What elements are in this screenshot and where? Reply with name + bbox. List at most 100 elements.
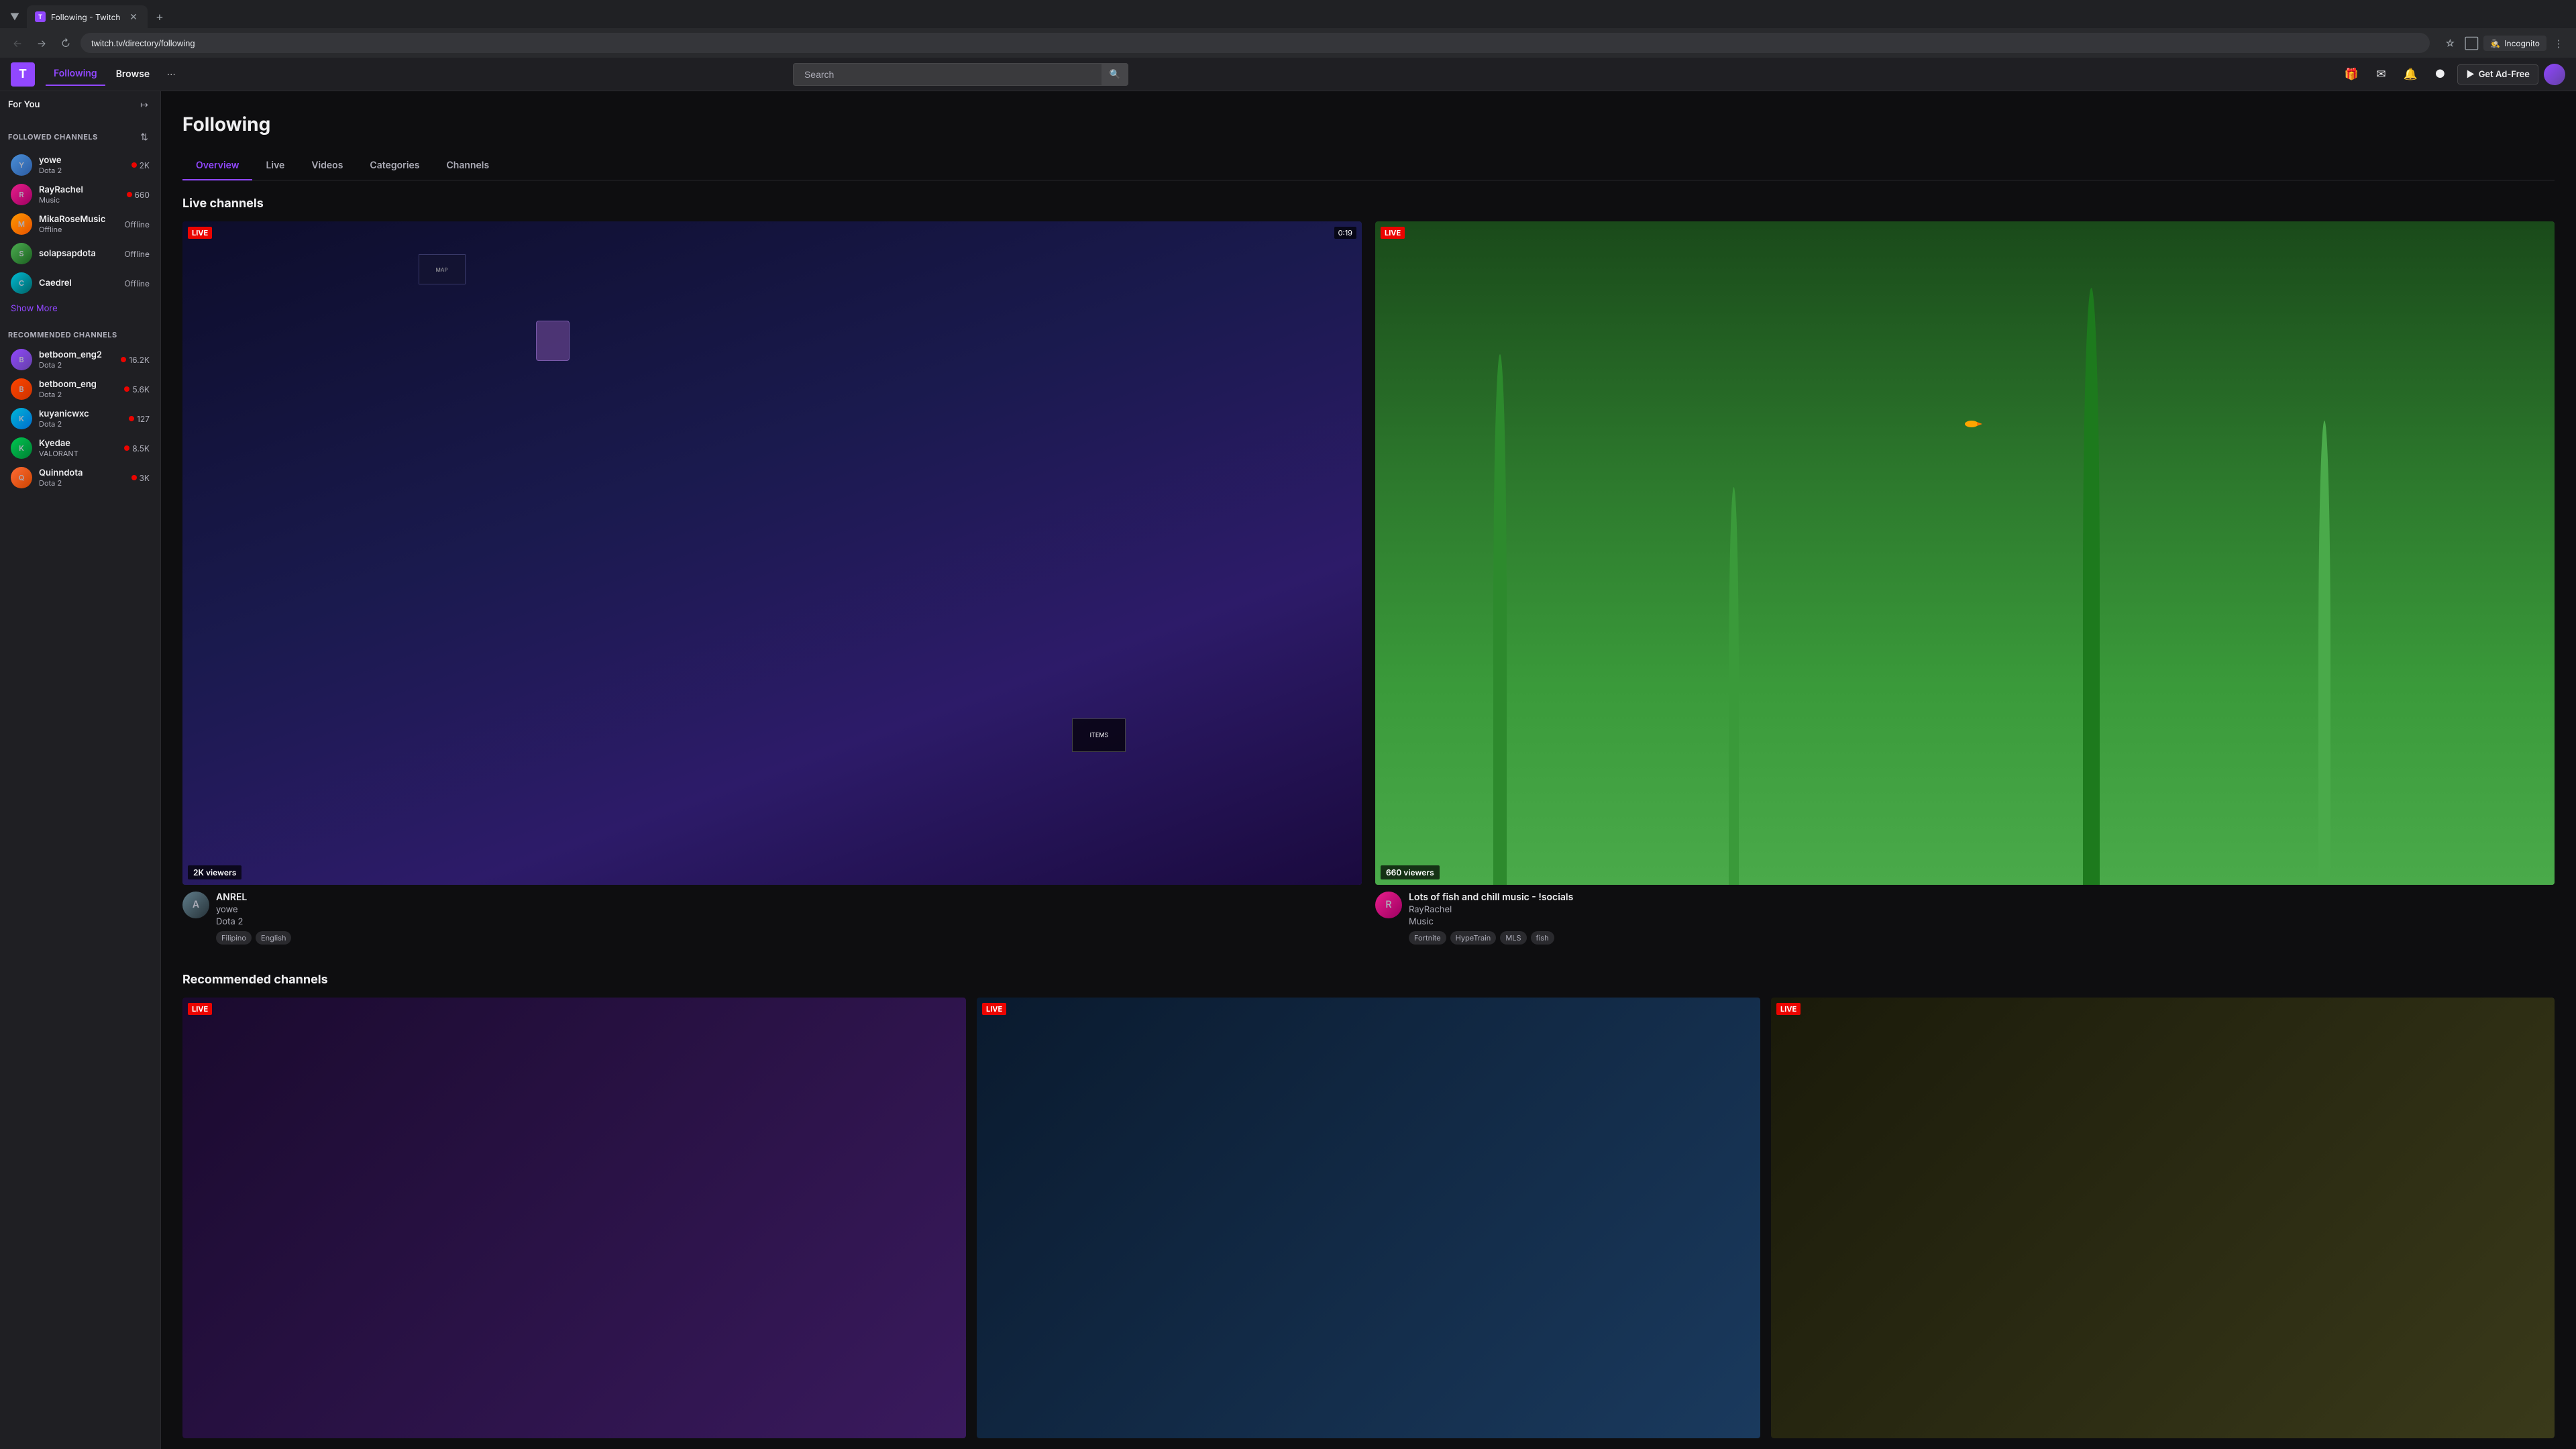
live-dot-betboom-eng2 [121, 357, 126, 362]
rec-live-badge-1: LIVE [188, 1003, 212, 1015]
offline-status-caedrel: Offline [125, 278, 150, 288]
rec-card-1[interactable]: LIVE [182, 998, 966, 1438]
sidebar-channel-kuyanicwxc[interactable]: K kuyanicwxc Dota 2 127 [3, 404, 158, 433]
get-ad-free-button[interactable]: ▶ Get Ad-Free [2457, 64, 2538, 85]
new-tab-button[interactable]: + [150, 7, 169, 26]
sidebar-channel-yowe[interactable]: Y yowe Dota 2 2K [3, 150, 158, 180]
stream-card-rayrachel[interactable]: LIVE 660 viewers R Lots of fish and chil… [1375, 221, 2555, 951]
sidebar-channel-solapsapdota[interactable]: S solapsapdota Offline [3, 239, 158, 268]
collapse-sidebar-button[interactable]: ↦ [136, 97, 152, 113]
search-button[interactable]: 🔍 [1102, 63, 1128, 86]
browser-actions: ☆ ⬜ 🕵 Incognito ⋮ [2440, 34, 2568, 52]
live-dot-quinndota [131, 475, 137, 480]
channel-avatar-kuyanicwxc: K [11, 408, 32, 429]
active-tab[interactable]: T Following - Twitch ✕ [27, 5, 148, 28]
viewer-count-rayrachel: 660 [135, 190, 150, 200]
menu-button[interactable]: ⋮ [2549, 34, 2568, 52]
live-badge-rayrachel: LIVE [1381, 227, 1405, 239]
sidebar-channel-betboom-eng[interactable]: B betboom_eng Dota 2 5.6K [3, 374, 158, 404]
sort-channels-button[interactable]: ⇅ [136, 129, 152, 145]
fish-element [1965, 421, 1978, 427]
viewer-badge-yowe: 2K viewers [188, 865, 241, 879]
sidebar-channel-mikarosemusic[interactable]: M MikaRoseMusic Offline Offline [3, 209, 158, 239]
screen-cast-icon[interactable]: ⬜ [2462, 34, 2481, 52]
tag-fortnite[interactable]: Fortnite [1409, 931, 1446, 945]
stream-game-rayrachel: Music [1409, 916, 2555, 927]
stream-channel-yowe: yowe [216, 904, 1362, 915]
tab-live[interactable]: Live [252, 152, 298, 180]
channel-status-solaps: Offline [125, 249, 150, 259]
viewer-count-kyedae: 8.5K [132, 443, 150, 453]
rec-thumb-1: LIVE [182, 998, 966, 1438]
stream-avatar-anrel: A [182, 892, 209, 918]
user-avatar[interactable] [2544, 64, 2565, 85]
incognito-icon: 🕵 [2490, 38, 2500, 48]
dota-visual: MAP ITEMS [182, 221, 1362, 885]
sidebar-channel-rayrachel[interactable]: R RayRachel Music 660 [3, 180, 158, 209]
channel-name-rayrachel: RayRachel [39, 184, 120, 195]
tab-close-button[interactable]: ✕ [127, 11, 140, 23]
tag-filipino[interactable]: Filipino [216, 931, 252, 945]
channel-name-quinndota: Quinndota [39, 468, 125, 478]
sidebar-channel-quinndota[interactable]: Q Quinndota Dota 2 3K [3, 463, 158, 492]
sidebar-channel-betboom-eng2[interactable]: B betboom_eng2 Dota 2 16.2K [3, 345, 158, 374]
search-input[interactable] [793, 63, 1128, 86]
tag-mls[interactable]: MLS [1500, 931, 1526, 945]
reload-button[interactable]: ↻ [56, 34, 75, 52]
forward-button[interactable]: → [32, 34, 51, 52]
tag-english[interactable]: English [256, 931, 292, 945]
tag-hypetrain[interactable]: HypeTrain [1450, 931, 1497, 945]
stream-card-yowe[interactable]: MAP ITEMS LIVE 2K viewers 0:19 A ANREL y… [182, 221, 1362, 951]
top-nav: T Following Browse ⋯ 🔍 🎁 ✉ 🔔 ● ▶ Get Ad-… [0, 58, 2576, 91]
bookmark-star-icon[interactable]: ☆ [2440, 34, 2459, 52]
channel-info-mika: MikaRoseMusic Offline [39, 214, 118, 234]
channel-name-betboom-eng: betboom_eng [39, 379, 117, 390]
followed-channels-header: FOLLOWED CHANNELS ⇅ [0, 118, 160, 150]
recommended-section: Recommended channels LIVE LIVE [182, 973, 2555, 1438]
tag-fish[interactable]: fish [1531, 931, 1554, 945]
tab-title: Following - Twitch [51, 12, 122, 22]
channel-status-kyedae: 8.5K [124, 443, 150, 453]
tab-favicon: T [35, 11, 46, 22]
content-tabs: Overview Live Videos Categories Channels [182, 152, 2555, 180]
twitch-logo[interactable]: T [11, 62, 35, 87]
channel-game-betboom-eng2: Dota 2 [39, 360, 114, 370]
show-more-button[interactable]: Show More [3, 298, 158, 319]
rec-card-3[interactable]: LIVE [1771, 998, 2555, 1438]
channel-status-rayrachel: 660 [127, 190, 150, 200]
stream-title-rayrachel: Lots of fish and chill music - !socials [1409, 892, 2555, 903]
address-input[interactable] [80, 33, 2430, 53]
rec-card-2[interactable]: LIVE [977, 998, 1760, 1438]
plant-3 [2083, 288, 2100, 885]
nav-following-link[interactable]: Following [46, 62, 105, 86]
incognito-label: Incognito [2504, 38, 2540, 48]
nav-browse-link[interactable]: Browse [108, 63, 158, 85]
gifts-icon[interactable]: 🎁 [2339, 62, 2363, 87]
main-content: Following Overview Live Videos Categorie… [161, 91, 2576, 1449]
tab-categories[interactable]: Categories [356, 152, 433, 180]
channel-status-betboom-eng: 5.6K [124, 384, 150, 394]
followed-channels-actions: ⇅ [136, 129, 152, 145]
channel-avatar-betboom-eng2: B [11, 349, 32, 370]
prime-icon[interactable]: ● [2428, 62, 2452, 87]
stream-info-yowe: A ANREL yowe Dota 2 Filipino English [182, 885, 1362, 951]
sidebar-channel-kyedae[interactable]: K Kyedae VALORANT 8.5K [3, 433, 158, 463]
incognito-button[interactable]: 🕵 Incognito [2483, 36, 2546, 51]
tab-scroll-left[interactable]: ▼ [5, 7, 24, 26]
tab-videos[interactable]: Videos [298, 152, 356, 180]
viewer-badge-rayrachel: 660 viewers [1381, 865, 1440, 879]
recommended-grid: LIVE LIVE LIVE [182, 998, 2555, 1438]
nav-more-button[interactable]: ⋯ [160, 64, 182, 85]
messages-icon[interactable]: ✉ [2369, 62, 2393, 87]
stream-thumbnail-rayrachel: LIVE 660 viewers [1375, 221, 2555, 885]
channel-name-mika: MikaRoseMusic [39, 214, 118, 225]
back-button[interactable]: ← [8, 34, 27, 52]
sidebar-channel-caedrel[interactable]: C Caedrel Offline [3, 268, 158, 298]
notifications-icon[interactable]: 🔔 [2398, 62, 2422, 87]
tab-overview[interactable]: Overview [182, 152, 252, 180]
channel-avatar-kyedae: K [11, 437, 32, 459]
stream-thumbnail-yowe: MAP ITEMS LIVE 2K viewers 0:19 [182, 221, 1362, 885]
tab-channels[interactable]: Channels [433, 152, 502, 180]
stream-title-yowe: ANREL [216, 892, 1362, 903]
recommended-channels-title: Recommended channels [182, 973, 2555, 987]
